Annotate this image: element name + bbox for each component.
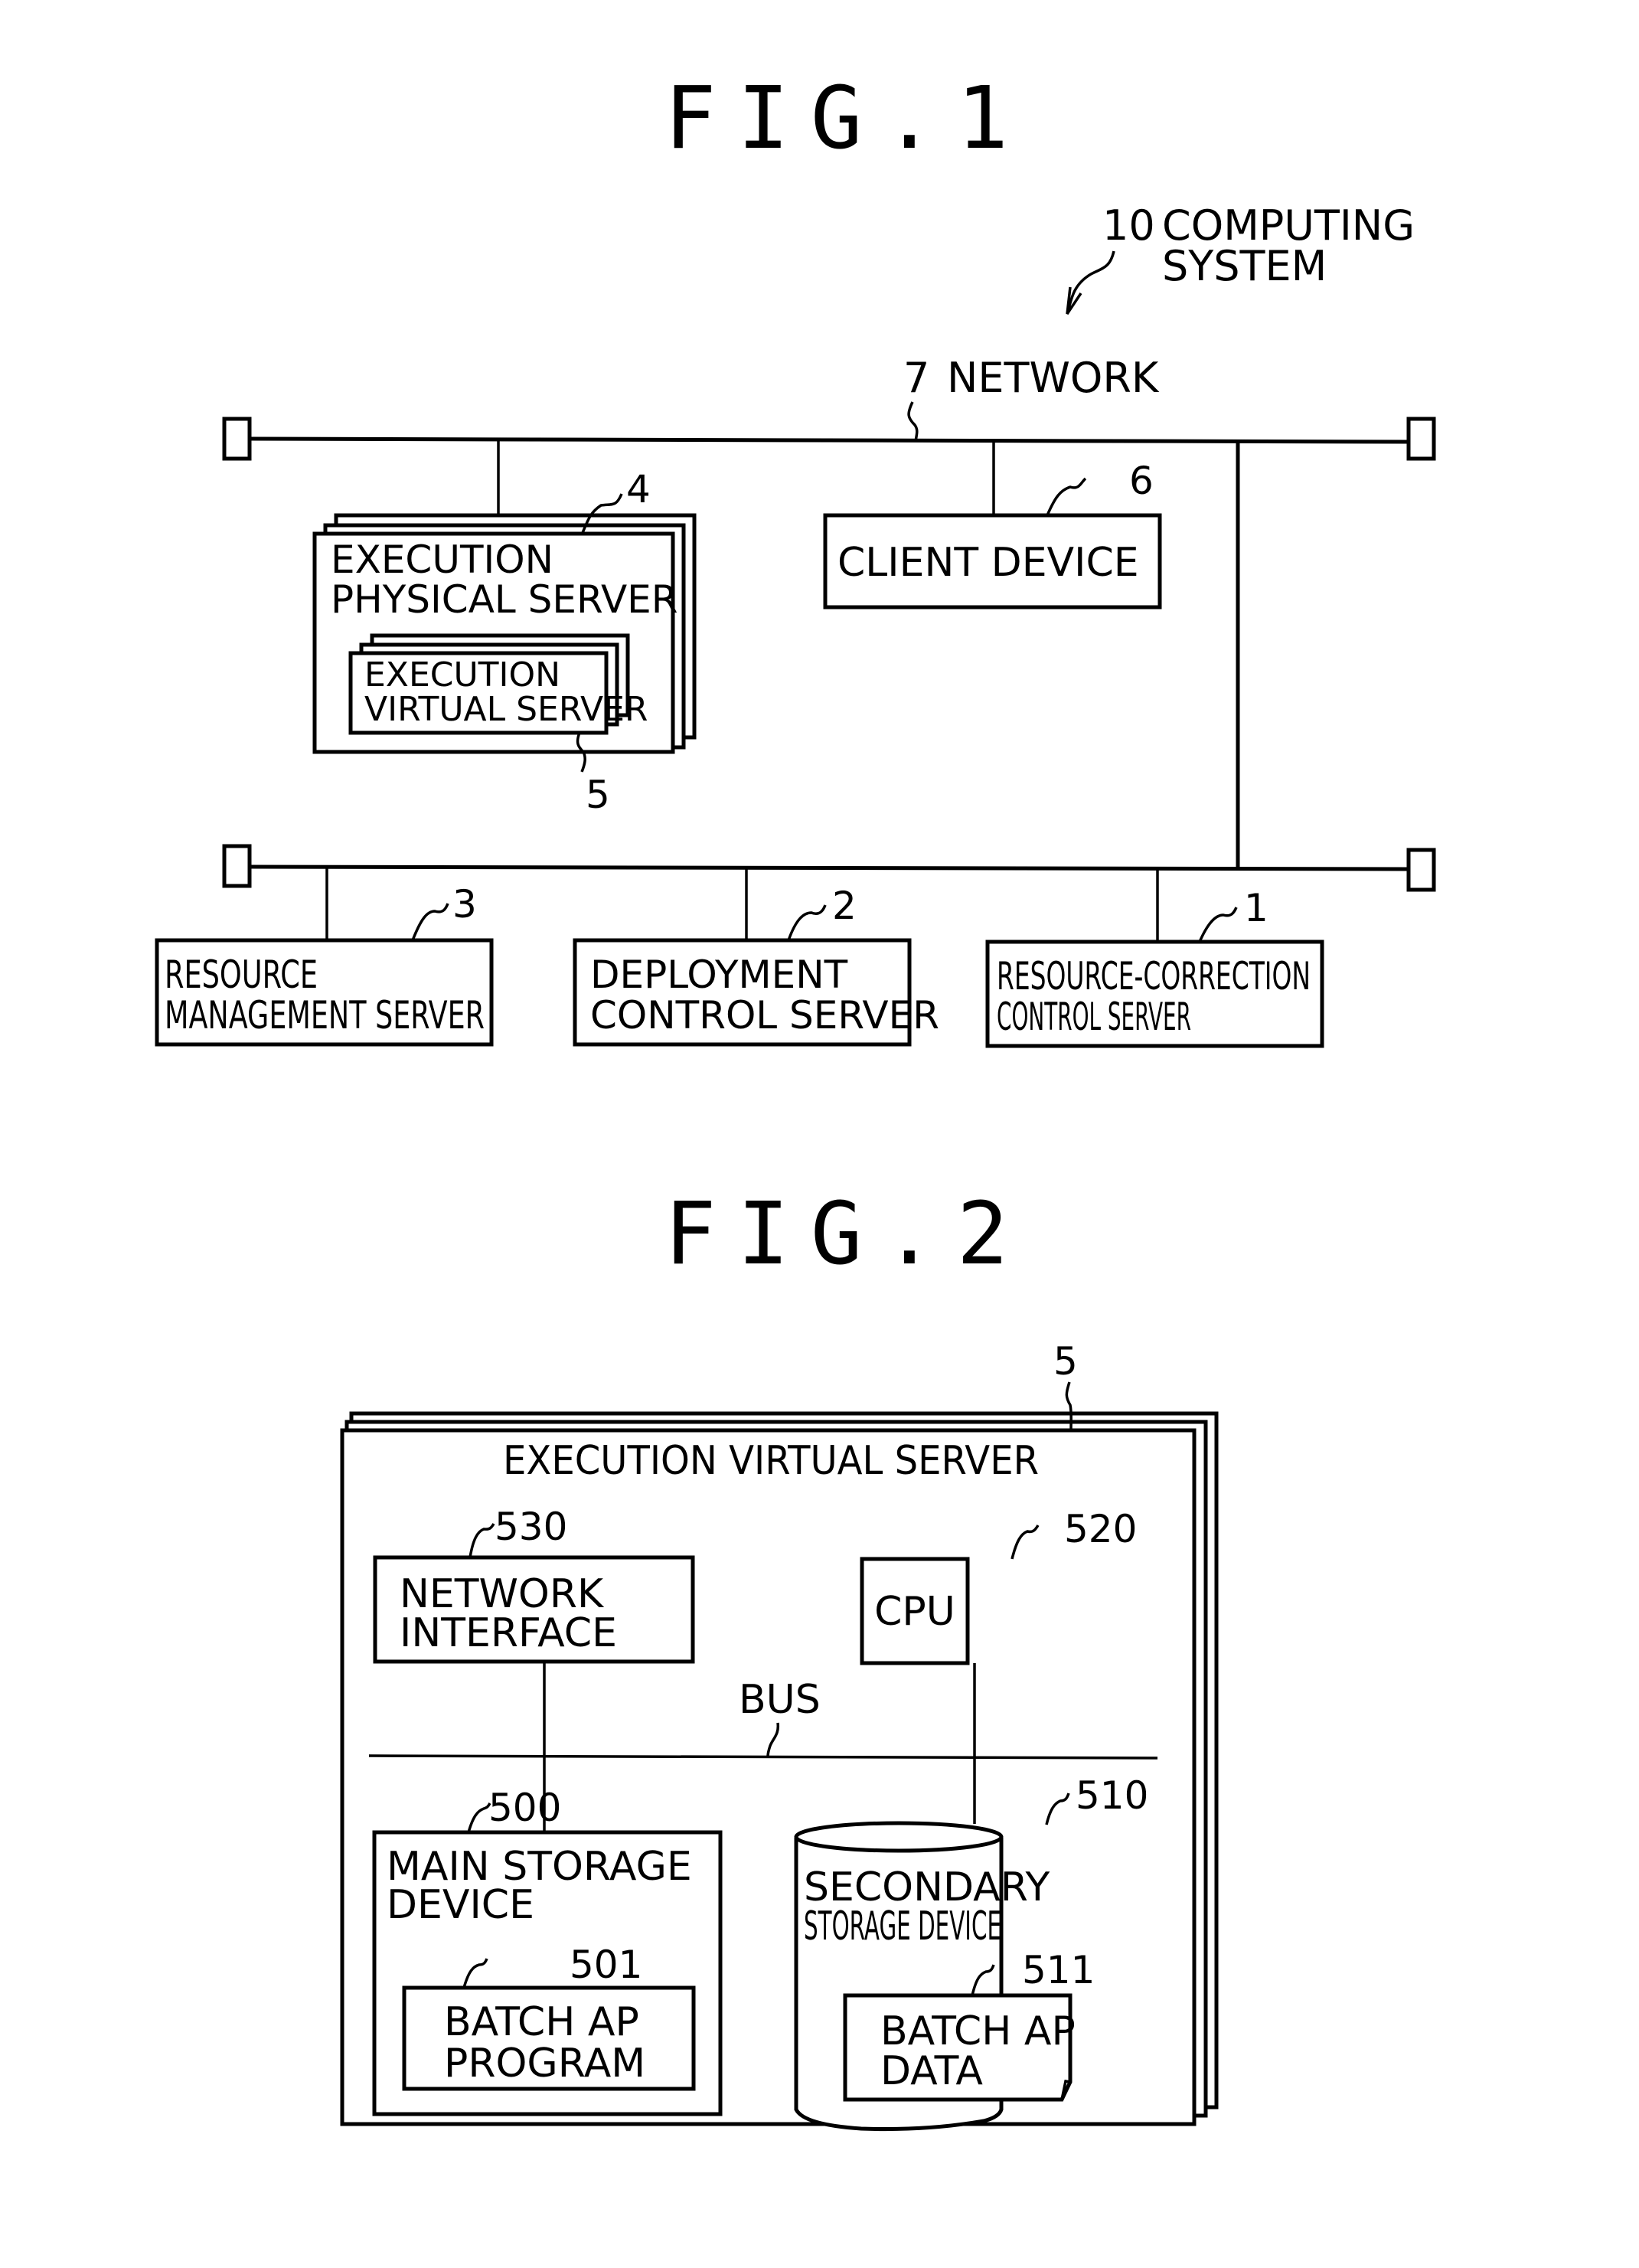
- client-device-label: CLIENT DEVICE: [837, 540, 1139, 586]
- execution-virtual-server: EXECUTION VIRTUAL SERVER 5: [348, 633, 648, 817]
- resource-correction-control-server-ref: 1: [1244, 886, 1268, 930]
- secondary-storage-device-line2: STORAGE DEVICE: [804, 1904, 1001, 1949]
- execution-physical-server-line1: EXECUTION: [331, 538, 553, 582]
- patent-drawing-sheet: FIG.1 10 COMPUTING SYSTEM 7 NETWORK EXEC…: [155, 69, 1436, 2132]
- deployment-control-server-line2: CONTROL SERVER: [590, 993, 939, 1038]
- network-label: NETWORK: [947, 354, 1160, 402]
- network-ref: 7: [903, 354, 929, 402]
- computing-system-label-line2: SYSTEM: [1162, 242, 1327, 290]
- network-interface-ref: 530: [495, 1505, 567, 1549]
- network-terminator-lower-left: [222, 844, 252, 888]
- execution-virtual-server-ref: 5: [1053, 1339, 1078, 1384]
- figure-2: FIG.2 EXECUTION VIRTUAL SERVER 5 NETWORK…: [340, 1185, 1219, 2132]
- execution-physical-server: EXECUTION PHYSICAL SERVER 4 EXECUTION VI…: [312, 467, 697, 817]
- deployment-control-server-leader: [787, 904, 827, 941]
- cpu-ref: 520: [1064, 1507, 1137, 1551]
- batch-ap-data-line2: DATA: [880, 2048, 983, 2094]
- secondary-storage-device-ref: 510: [1076, 1773, 1148, 1818]
- resource-correction-control-server-line1: RESOURCE-CORRECTION: [997, 954, 1311, 998]
- network-interface-line2: INTERFACE: [400, 1610, 617, 1656]
- computing-system-ref: 10: [1102, 201, 1155, 250]
- figure-2-title: FIG.2: [664, 1185, 1030, 1284]
- figure-1-title: FIG.1: [664, 69, 1030, 168]
- resource-management-server-line1: RESOURCE: [165, 953, 318, 997]
- bus-label: BUS: [739, 1677, 821, 1723]
- deployment-control-server-ref: 2: [832, 884, 857, 928]
- execution-physical-server-line2: PHYSICAL SERVER: [331, 577, 678, 622]
- figure-1: FIG.1 10 COMPUTING SYSTEM 7 NETWORK EXEC…: [155, 69, 1436, 1048]
- batch-ap-data-ref: 511: [1022, 1948, 1095, 1992]
- client-device-ref: 6: [1129, 459, 1154, 503]
- resource-management-server-ref: 3: [452, 882, 477, 926]
- resource-management-server-line2: MANAGEMENT SERVER: [165, 993, 485, 1038]
- execution-virtual-server-detail: EXECUTION VIRTUAL SERVER 5 NETWORK INTER…: [340, 1339, 1219, 2132]
- network-terminator-upper-left: [222, 417, 252, 461]
- main-storage-device-ref: 500: [488, 1786, 561, 1830]
- cpu-label: CPU: [874, 1589, 955, 1635]
- client-device-leader: [1046, 477, 1087, 516]
- execution-virtual-server-ref: 5: [586, 773, 610, 817]
- execution-physical-server-ref: 4: [626, 467, 651, 511]
- main-storage-device: MAIN STORAGE DEVICE 500 BATCH AP PROGRAM…: [372, 1786, 723, 2116]
- deployment-control-server: DEPLOYMENT CONTROL SERVER 2: [573, 884, 939, 1047]
- batch-ap-data-line1: BATCH AP: [880, 2008, 1076, 2054]
- network-terminator-upper-right: [1406, 417, 1436, 461]
- execution-virtual-server-line1: EXECUTION: [364, 655, 560, 694]
- execution-virtual-server-line2: VIRTUAL SERVER: [364, 690, 648, 729]
- deployment-control-server-line1: DEPLOYMENT: [590, 953, 848, 997]
- computing-system-label: 10 COMPUTING SYSTEM: [1066, 201, 1415, 315]
- network-terminator-lower-right: [1406, 848, 1436, 892]
- secondary-storage-device-top: [794, 1821, 1004, 1853]
- execution-virtual-server-title: EXECUTION VIRTUAL SERVER: [503, 1438, 1039, 1484]
- resource-correction-control-server-line2: CONTROL SERVER: [997, 995, 1191, 1039]
- resource-management-server-leader: [411, 903, 449, 941]
- resource-correction-control-server-leader: [1198, 907, 1238, 943]
- network-line-lower: [249, 864, 1408, 871]
- network-line-upper: [249, 436, 1408, 444]
- resource-management-server: RESOURCE MANAGEMENT SERVER 3: [155, 882, 494, 1047]
- network-leader: [907, 401, 919, 443]
- main-storage-device-line2: DEVICE: [387, 1882, 534, 1928]
- batch-ap-program-line1: BATCH AP: [444, 1999, 639, 2045]
- resource-correction-control-server: RESOURCE-CORRECTION CONTROL SERVER 1: [985, 886, 1324, 1048]
- batch-ap-program-ref: 501: [570, 1943, 642, 1987]
- batch-ap-program-line2: PROGRAM: [444, 2041, 645, 2087]
